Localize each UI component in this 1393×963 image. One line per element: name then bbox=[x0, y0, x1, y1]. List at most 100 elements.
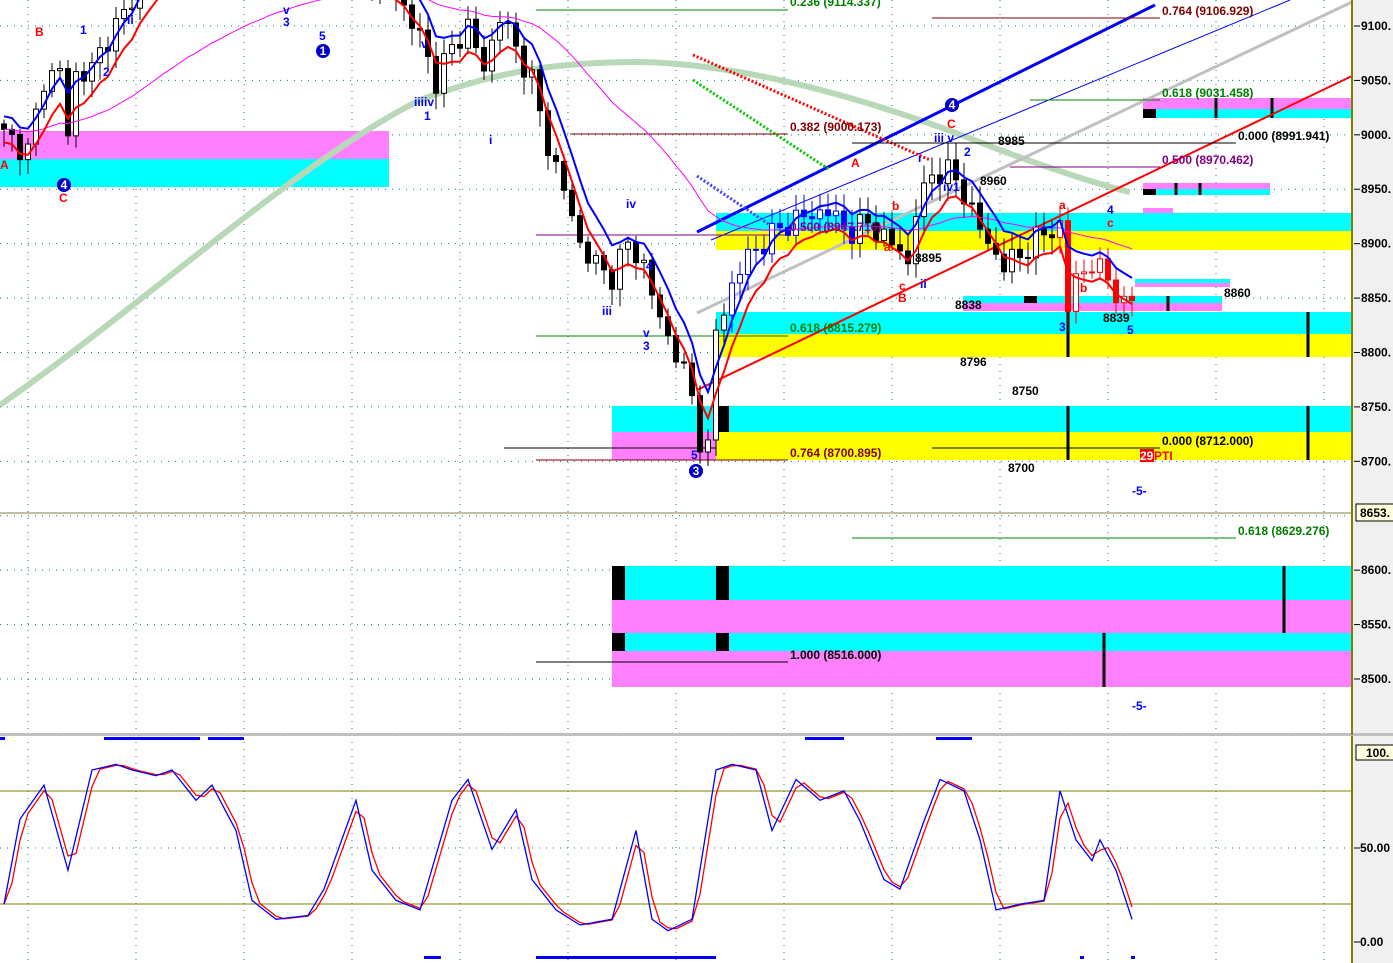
wave-label: 3 bbox=[283, 15, 290, 29]
wave-label: a bbox=[1059, 198, 1066, 212]
zone-marker bbox=[612, 566, 625, 600]
axis-tick-label: 8900. bbox=[1361, 237, 1391, 251]
candle-body bbox=[1049, 234, 1055, 239]
zone-cyan bbox=[1143, 189, 1270, 195]
magenta-moving-average bbox=[3, 0, 1133, 250]
wave-label: b bbox=[892, 199, 899, 213]
wave-label: iii bbox=[414, 95, 424, 109]
candle-body bbox=[481, 46, 487, 72]
candle-body bbox=[57, 68, 63, 72]
wave-label: i bbox=[918, 151, 921, 165]
svg-text:29: 29 bbox=[1140, 449, 1154, 463]
candle-body bbox=[777, 222, 783, 229]
panel-divider bbox=[0, 733, 1393, 736]
wave-label: a bbox=[884, 240, 891, 254]
axis-tick-label: 8550. bbox=[1361, 618, 1391, 632]
wave-label: v bbox=[421, 37, 428, 51]
price-label: 8839 bbox=[1103, 311, 1130, 325]
wave-label: 3 bbox=[1059, 320, 1066, 334]
candle-body bbox=[577, 215, 583, 243]
circled-label: 3 bbox=[689, 464, 703, 478]
svg-text:4: 4 bbox=[949, 98, 956, 112]
wave-label: b bbox=[1080, 281, 1087, 295]
candle-body bbox=[633, 241, 639, 264]
zone-magenta bbox=[612, 600, 1352, 633]
candle-body bbox=[817, 209, 823, 220]
wave-label: B bbox=[898, 291, 907, 305]
price-label: 8895 bbox=[915, 251, 942, 265]
wave-label: iv1 bbox=[943, 180, 960, 194]
wave-label: 1 bbox=[80, 23, 87, 37]
wave-label: c bbox=[1107, 216, 1114, 230]
candle-body bbox=[737, 273, 743, 284]
wave-label: A bbox=[0, 158, 9, 172]
wave-label: iv bbox=[424, 95, 434, 109]
candle-body bbox=[713, 329, 719, 441]
price-label: 8838 bbox=[955, 298, 982, 312]
wave-label: B bbox=[35, 25, 44, 39]
wave-label: 5 bbox=[319, 29, 326, 43]
candle-body bbox=[681, 361, 687, 364]
wave-label: -5- bbox=[1132, 699, 1147, 713]
candle-body bbox=[1025, 256, 1031, 259]
svg-text:3: 3 bbox=[693, 464, 700, 478]
candle-body bbox=[457, 44, 463, 49]
zone-magenta bbox=[1135, 283, 1230, 287]
candle-body bbox=[65, 68, 71, 137]
price-axis-background bbox=[1352, 0, 1393, 963]
candle-body bbox=[465, 18, 471, 49]
candle-body bbox=[1089, 271, 1095, 274]
wave-label: 2 bbox=[964, 145, 971, 159]
zone-magenta bbox=[1143, 208, 1173, 213]
wave-label: -5- bbox=[1132, 484, 1147, 498]
candle-body bbox=[1073, 273, 1079, 313]
candle-body bbox=[441, 53, 447, 94]
current-price-box: 8653. bbox=[1355, 503, 1393, 522]
svg-text:4: 4 bbox=[61, 178, 68, 192]
candle-body bbox=[1081, 271, 1087, 275]
price-label: 8985 bbox=[998, 134, 1025, 148]
wave-label: ii bbox=[127, 13, 134, 27]
axis-tick-label: 8950. bbox=[1361, 182, 1391, 196]
fib-label: 1.000 (8516.000) bbox=[790, 648, 881, 662]
candle-body bbox=[929, 174, 935, 184]
fib-label: 0.382 (9000.173) bbox=[790, 120, 881, 134]
candle-body bbox=[1129, 295, 1135, 302]
wave-label: C bbox=[947, 117, 956, 131]
candle-body bbox=[745, 248, 751, 275]
fib-label: 0.618 (9031.458) bbox=[1162, 86, 1253, 100]
zone-marker bbox=[1143, 109, 1156, 118]
wave-label: 1 bbox=[424, 109, 431, 123]
zone-yellow bbox=[716, 334, 1352, 357]
candle-body bbox=[609, 269, 615, 290]
candle-body bbox=[721, 314, 727, 331]
fib-label: 0.236 (9114.337) bbox=[790, 0, 881, 9]
candle-body bbox=[825, 209, 831, 217]
candle-body bbox=[625, 241, 631, 250]
candle-body bbox=[553, 155, 559, 162]
wave-label: iii bbox=[602, 304, 612, 318]
zone-magenta bbox=[612, 651, 1352, 687]
wave-label: 2 bbox=[103, 65, 110, 79]
candle-body bbox=[121, 9, 127, 20]
circled-label: 1 bbox=[316, 44, 330, 58]
wave-label: 5 bbox=[1127, 323, 1134, 337]
axis-tick-label: 8500. bbox=[1361, 672, 1391, 686]
price-label: 8960 bbox=[980, 174, 1007, 188]
svg-text:0.00: 0.00 bbox=[1360, 935, 1384, 949]
axis-tick-label: 8750. bbox=[1361, 400, 1391, 414]
axis-tick-label: 8800. bbox=[1361, 345, 1391, 359]
wave-label: A bbox=[851, 156, 860, 170]
price-label: 8860 bbox=[1224, 286, 1251, 300]
axis-tick-label: 9050. bbox=[1361, 73, 1391, 87]
zone-cyan bbox=[1143, 109, 1352, 118]
circled-label: 4 bbox=[945, 98, 959, 112]
candle-body bbox=[17, 133, 23, 161]
wave-label: v bbox=[643, 326, 650, 340]
wave-label: 4 bbox=[646, 259, 653, 273]
candle-body bbox=[473, 18, 479, 48]
wave-label: iv bbox=[626, 197, 636, 211]
candle-body bbox=[969, 202, 975, 205]
zone-magenta bbox=[1143, 183, 1270, 189]
fib-label: 0.764 (8700.895) bbox=[790, 446, 881, 460]
